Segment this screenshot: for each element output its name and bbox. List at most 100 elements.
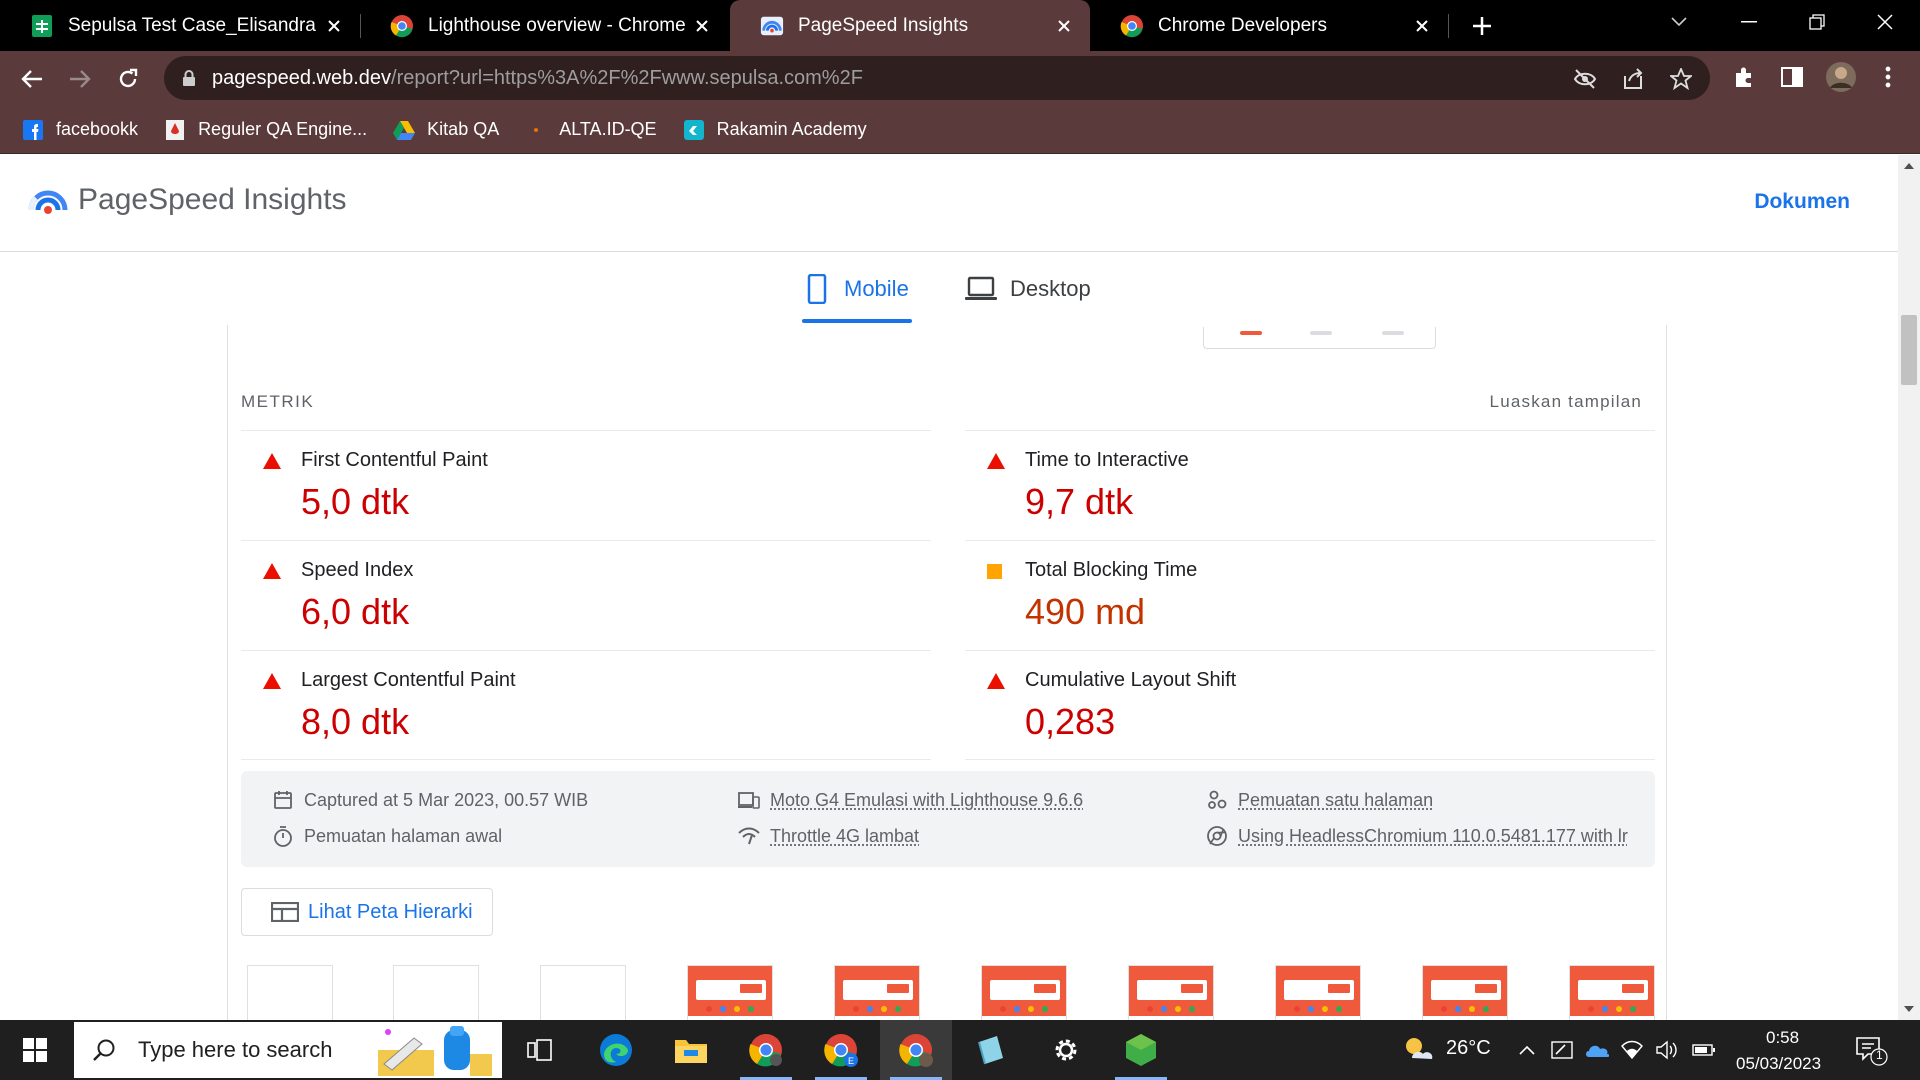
docs-link[interactable]: Dokumen	[1754, 190, 1850, 214]
thumbnail-nav-mark	[1382, 331, 1404, 335]
scroll-up-arrow-icon[interactable]	[1904, 163, 1914, 169]
metric-name: Total Blocking Time	[1025, 559, 1198, 581]
close-icon[interactable]	[688, 12, 716, 40]
clock-date[interactable]: 05/03/2023	[1736, 1054, 1821, 1074]
bookmark-facebookk[interactable]: facebookk	[22, 119, 138, 141]
battery-icon[interactable]	[1692, 1038, 1716, 1062]
back-button[interactable]	[16, 63, 48, 95]
throttle-info[interactable]: Throttle 4G lambat	[738, 825, 919, 847]
nodes-icon	[1206, 789, 1228, 811]
taskbar-search[interactable]: Type here to search	[74, 1022, 502, 1078]
poor-indicator-icon	[263, 563, 281, 581]
reload-button[interactable]	[112, 63, 144, 95]
chromium-icon	[1206, 825, 1228, 847]
filmstrip-frame	[981, 965, 1067, 1020]
bookmarks-bar: facebookk Reguler QA Engine... Kitab QA …	[0, 106, 1920, 154]
single-page-info[interactable]: Pemuatan satu halaman	[1206, 789, 1433, 811]
bookmark-rakamin[interactable]: Rakamin Academy	[683, 119, 867, 141]
bookmark-label: Reguler QA Engine...	[198, 119, 368, 139]
device-info-text: Moto G4 Emulasi with Lighthouse 9.6.6	[770, 789, 1084, 810]
page-content: PageSpeed Insights Dokumen Mobile Deskto…	[0, 155, 1920, 1020]
chevron-up-icon[interactable]	[1515, 1038, 1539, 1062]
star-icon[interactable]	[1668, 66, 1694, 92]
tab-pagespeed-insights[interactable]: PageSpeed Insights	[730, 0, 1090, 51]
file-explorer-icon[interactable]	[655, 1020, 727, 1080]
metric-name: First Contentful Paint	[301, 449, 488, 471]
single-page-info-text: Pemuatan satu halaman	[1238, 789, 1434, 810]
address-bar[interactable]: pagespeed.web.dev/report?url=https%3A%2F…	[164, 56, 1710, 100]
metric-value: 490 md	[1025, 591, 1146, 632]
metric-first-contentful-paint: First Contentful Paint 5,0 dtk	[241, 430, 931, 540]
tab-lighthouse-overview[interactable]: Lighthouse overview - Chrome D	[360, 0, 728, 51]
new-tab-button[interactable]	[1466, 10, 1498, 42]
chrome-active-icon[interactable]	[880, 1020, 952, 1080]
onedrive-cloud-icon[interactable]	[1585, 1038, 1609, 1062]
scrollbar-thumb[interactable]	[1901, 315, 1917, 385]
site-header: PageSpeed Insights Dokumen	[0, 155, 1898, 252]
task-view-icon[interactable]	[504, 1020, 576, 1080]
share-icon[interactable]	[1620, 66, 1646, 92]
close-window-button[interactable]	[1850, 0, 1920, 44]
vertical-scrollbar[interactable]	[1898, 155, 1920, 1020]
nodejs-icon[interactable]	[1105, 1020, 1177, 1080]
tab-search-icon[interactable]	[1644, 0, 1714, 44]
weather-icon[interactable]	[1402, 1032, 1436, 1066]
metric-name: Largest Contentful Paint	[301, 669, 516, 691]
search-icon	[90, 1036, 118, 1064]
minimize-button[interactable]	[1714, 0, 1784, 44]
filmstrip-frame	[540, 965, 626, 1020]
pen-workspace-icon[interactable]	[1550, 1038, 1574, 1062]
pagespeed-logo-icon[interactable]	[28, 182, 68, 222]
device-info[interactable]: Moto G4 Emulasi with Lighthouse 9.6.6	[738, 789, 1083, 811]
close-icon[interactable]	[320, 12, 348, 40]
url-text[interactable]: pagespeed.web.dev/report?url=https%3A%2F…	[212, 67, 863, 90]
url-host: pagespeed.web.dev	[212, 66, 392, 89]
clock-time[interactable]: 0:58	[1766, 1028, 1799, 1048]
settings-gear-icon[interactable]	[1030, 1020, 1102, 1080]
notes-app-icon[interactable]	[955, 1020, 1027, 1080]
tab-title: Lighthouse overview - Chrome D	[428, 14, 688, 36]
lock-icon[interactable]	[180, 69, 198, 87]
thumbnail-nav-mark	[1240, 331, 1262, 335]
forward-button[interactable]	[64, 63, 96, 95]
tab-sepulsa-test-case[interactable]: Sepulsa Test Case_Elisandra .xlsx	[0, 0, 361, 51]
extensions-icon[interactable]	[1730, 63, 1758, 91]
chrome-profile-e-icon[interactable]: E	[805, 1020, 877, 1080]
weather-temperature[interactable]: 26°C	[1446, 1037, 1491, 1060]
menu-icon[interactable]	[1874, 63, 1902, 91]
wifi-icon[interactable]	[1620, 1038, 1644, 1062]
tab-chrome-developers[interactable]: Chrome Developers	[1090, 0, 1449, 51]
expand-view-toggle[interactable]: Luaskan tampilan	[1490, 392, 1642, 412]
eye-off-icon[interactable]	[1572, 66, 1598, 92]
divider	[241, 759, 931, 760]
windows-start-button[interactable]	[0, 1020, 70, 1080]
facebook-icon	[22, 119, 44, 141]
treemap-icon	[270, 900, 300, 924]
bookmark-reguler-qa[interactable]: Reguler QA Engine...	[164, 119, 367, 141]
laptop-icon	[964, 274, 998, 304]
bookmark-kitab-qa[interactable]: Kitab QA	[393, 119, 499, 141]
tab-desktop[interactable]: Desktop	[964, 253, 1091, 325]
browser-info[interactable]: Using HeadlessChromium 110.0.5481.177 wi…	[1206, 825, 1628, 847]
avatar[interactable]	[1824, 60, 1858, 94]
notification-center-icon[interactable]: 1	[1854, 1034, 1888, 1068]
metric-time-to-interactive: Time to Interactive 9,7 dtk	[965, 430, 1655, 540]
bookmark-alta[interactable]: ALTA.ID-QE	[525, 119, 657, 141]
scroll-down-arrow-icon[interactable]	[1904, 1006, 1914, 1012]
tab-mobile[interactable]: Mobile	[802, 253, 909, 325]
edge-icon[interactable]	[580, 1020, 652, 1080]
device-tabs: Mobile Desktop	[0, 253, 1898, 325]
filmstrip-frame	[1275, 965, 1361, 1020]
close-icon[interactable]	[1050, 12, 1078, 40]
page-title[interactable]: PageSpeed Insights	[78, 183, 347, 217]
view-treemap-button[interactable]: Lihat Peta Hierarki	[241, 888, 493, 936]
view-treemap-label: Lihat Peta Hierarki	[308, 900, 473, 923]
chrome-profile-icon[interactable]	[730, 1020, 802, 1080]
browser-toolbar: pagespeed.web.dev/report?url=https%3A%2F…	[0, 51, 1920, 106]
close-icon[interactable]	[1408, 12, 1436, 40]
volume-icon[interactable]	[1655, 1038, 1679, 1062]
timer-icon	[272, 825, 294, 847]
restore-button[interactable]	[1782, 0, 1852, 44]
metric-value: 6,0 dtk	[301, 591, 410, 632]
side-panel-icon[interactable]	[1778, 63, 1806, 91]
